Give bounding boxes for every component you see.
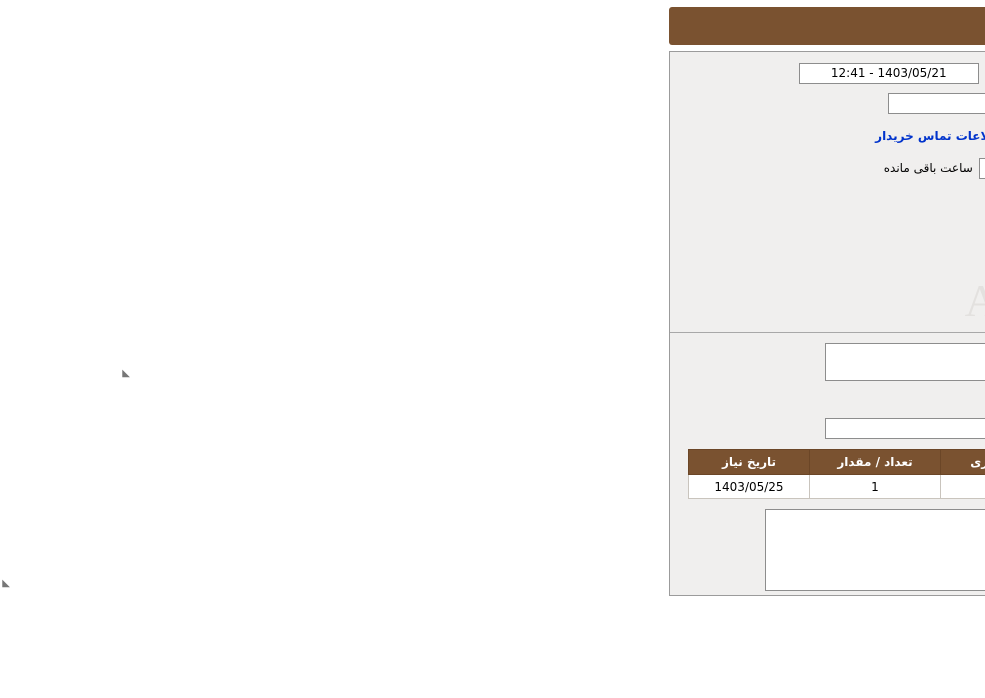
service-group-value: تامین برق، گاز، بخار و تهویه هوا [164,418,864,439]
buyer-org-label: نام دستگاه خریدار: [864,89,966,117]
table-header-row: ردیف کد خدمت نام خدمت واحد اندازه گیری ت… [28,450,958,475]
cell-row: 1 [907,475,958,499]
col-unit: واحد اندازه گیری [280,450,439,475]
row-service-group: گروه خدمت: تامین برق، گاز، بخار و تهویه … [19,418,966,439]
remaining-time-value: 20:10:38 [318,158,390,179]
radio-icon[interactable] [724,259,738,273]
cell-unit: پروژه [280,475,439,499]
announce-datetime-value: 1403/05/21 - 12:41 [138,63,318,84]
cell-service-name: تولید، انتقال و توزیع برق [439,475,776,499]
row-city: شهر محل تحویل: اهواز [19,219,966,247]
cell-qty: 1 [149,475,280,499]
deadline-date-value: 1403/05/25 [706,158,864,179]
summary-label: شرح کلی نیاز: [864,343,966,361]
buyer-contact-link[interactable]: اطلاعات تماس خریدار [214,129,344,143]
radio-icon[interactable] [850,292,864,306]
buyer-notes-label: توضیحات خریدار: [864,509,966,541]
process-note: پرداخت تمام یا بخشی از مبلغ خرید،از محل … [324,292,707,306]
row-creator: ایجاد کننده درخواست: مریم زحمت کش کارشنا… [19,122,966,150]
row-summary: شرح کلی نیاز: پروژه8030208 تعدیل بار ترا… [19,343,966,381]
creator-label: ایجاد کننده درخواست: [864,122,966,150]
process-label: نوع فرآیند خرید : [864,285,966,313]
col-date: تاریخ نیاز [28,450,149,475]
category-option-label: کالا/خدمت [669,259,721,273]
remaining-days-word: روز و [396,161,423,175]
category-option-khedmat[interactable]: خدمت [756,259,809,273]
city-value: اهواز [649,223,864,244]
col-qty: تعداد / مقدار [149,450,280,475]
row-buyer-org: نام دستگاه خریدار: امور برق منطقه 5 شهر … [19,89,966,117]
services-table: ردیف کد خدمت نام خدمت واحد اندازه گیری ت… [27,449,958,499]
page-root: جزئیات اطلاعات نیاز AnaTender.net شماره … [0,7,985,698]
need-number-label: شماره نیاز: [864,66,966,80]
category-option-kala[interactable]: کالا [827,259,864,273]
row-province: استان محل تحویل: خوزستان [19,186,966,214]
col-service-code: کد خدمت [776,450,907,475]
need-info-form: شماره نیاز: 1103095102000202 تاریخ و ساع… [9,52,976,326]
row-buyer-notes: توضیحات خریدار: پروژه8030208 تعدیل بار ت… [19,509,966,591]
radio-icon[interactable] [784,292,798,306]
row-deadline: مهلت ارسال پاسخ: تا تاریخ: 1403/05/25 سا… [19,155,966,181]
hour-label: ساعت [661,161,698,175]
buyer-notes-textarea[interactable]: پروژه8030208 تعدیل بار ترانس زرگان منطقه… [104,509,864,591]
process-option-label: جزیی [820,292,847,306]
need-description-section: شرح کلی نیاز: پروژه8030208 تعدیل بار ترا… [9,333,976,595]
category-option-kala-khedmat[interactable]: کالا/خدمت [665,259,738,273]
cell-date: 1403/05/25 [28,475,149,499]
category-label: طبقه بندی موضوعی: [864,252,966,280]
col-row: ردیف [907,450,958,475]
row-category: طبقه بندی موضوعی: کالا خدمت کالا/خدمت [19,252,966,280]
creator-value: مریم زحمت کش کارشناس امور برق منطقه 5 شه… [354,126,864,147]
category-radio-group: کالا خدمت کالا/خدمت [651,259,864,273]
process-radio-group: جزیی متوسط [725,292,864,306]
summary-textarea[interactable]: پروژه8030208 تعدیل بار ترانس زرگان منطقه… [164,343,864,381]
buyer-org-value: امور برق منطقه 5 شهر اهواز [227,93,864,114]
need-number-value: 1103095102000202 [504,63,864,84]
category-option-label: کالا [831,259,847,273]
process-option-motevaset[interactable]: متوسط [739,292,798,306]
table-row: 1 ت -35-351 تولید، انتقال و توزیع برق پر… [28,475,958,499]
cell-service-code: ت -35-351 [776,475,907,499]
category-option-label: خدمت [760,259,792,273]
process-option-label: متوسط [743,292,781,306]
service-group-label: گروه خدمت: [864,422,966,436]
remaining-days-value: 3 [429,158,525,179]
page-title: جزئیات اطلاعات نیاز [832,19,963,34]
province-label: استان محل تحویل: [864,186,966,214]
radio-icon[interactable] [795,259,809,273]
city-label: شهر محل تحویل: [864,219,966,247]
page-header: جزئیات اطلاعات نیاز [8,7,977,45]
footer-buttons: چاپ بازگشت [0,608,985,642]
province-value: خوزستان [649,190,864,211]
row-need-number: شماره نیاز: 1103095102000202 تاریخ و ساع… [19,62,966,84]
row-process: نوع فرآیند خرید : جزیی متوسط پرداخت تمام… [19,285,966,313]
services-section-title: اطلاعات خدمات مورد نیاز [19,393,966,408]
radio-icon[interactable] [850,259,864,273]
col-service-name: نام خدمت [439,450,776,475]
deadline-label: مهلت ارسال پاسخ: تا تاریخ: [864,155,966,181]
deadline-time-value: 10:00 [557,158,653,179]
back-button[interactable]: بازگشت [387,608,487,630]
announce-datetime-label: تاریخ و ساعت اعلان عمومی: [326,66,496,80]
print-button[interactable]: چاپ [499,608,599,630]
process-option-jozi[interactable]: جزیی [816,292,864,306]
remaining-time-word: ساعت باقی مانده [223,161,312,175]
services-table-wrap: ردیف کد خدمت نام خدمت واحد اندازه گیری ت… [19,449,966,499]
details-panel: AnaTender.net شماره نیاز: 11030951020002… [8,51,977,596]
